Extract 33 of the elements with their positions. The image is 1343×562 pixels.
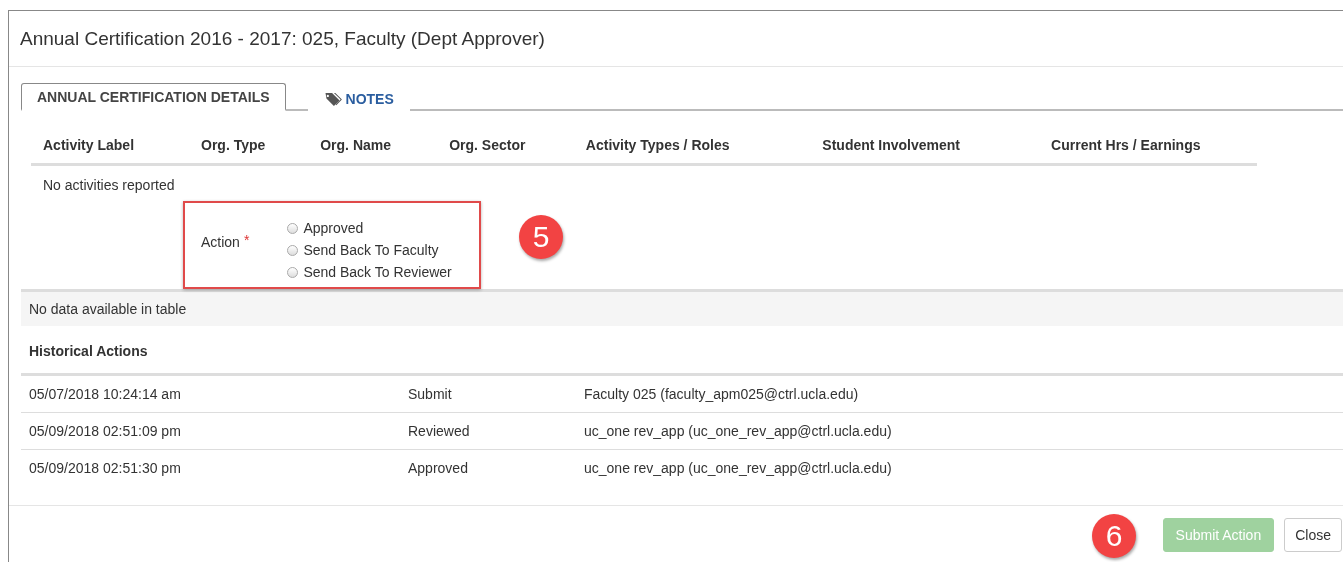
modal-title: Annual Certification 2016 - 2017: 025, Faculty (Dept Approver) [20,27,545,50]
radio-button[interactable] [287,244,299,256]
table-cell-text: 05/09/2018 02:51:09 pm [28,423,182,439]
radio-label[interactable]: Approved [303,220,364,236]
required-mark: * [243,232,250,246]
table-cell-text: Submit [408,386,453,402]
empty-message: No data available in table [29,301,187,317]
table-cell-text: Approved [408,460,469,476]
column-header: Student Involvement [822,137,962,153]
field-label: Action [201,234,240,252]
callout-badge: 5 [519,215,563,259]
column-header: Current Hrs / Earnings [1051,137,1202,153]
tab[interactable]: ANNUAL CERTIFICATION DETAILS [21,83,286,111]
radio-label[interactable]: Send Back To Faculty [303,242,439,258]
table-cell-text: 05/09/2018 02:51:30 pm [28,460,182,476]
table-cell-text: Reviewed [408,423,471,439]
table-cell: uc_one rev_app (uc_one_rev_app@ctrl.ucla.edu) [584,423,892,439]
section-title: Historical Actions [29,343,148,359]
column-header: Activity Types / Roles [585,137,731,153]
tags-icon [323,91,342,107]
empty-message: No activities reported [43,177,175,193]
table-cell: uc_one rev_app (uc_one_rev_app@ctrl.ucla.edu) [584,460,892,476]
radio-label[interactable]: Send Back To Reviewer [303,264,452,280]
table-cell: Faculty 025 (faculty_apm025@ctrl.ucla.edu) [584,386,859,402]
callout-badge: 6 [1092,514,1136,558]
table-cell-text: 05/07/2018 10:24:14 am [28,386,182,402]
radio-button[interactable] [287,222,299,234]
action-button[interactable]: Close [1284,518,1342,552]
column-header: Activity Label [43,137,136,153]
radio-button[interactable] [287,266,299,278]
column-header: Org. Type [201,137,267,153]
column-header: Org. Name [320,137,393,153]
column-header: Org. Sector [449,137,527,153]
